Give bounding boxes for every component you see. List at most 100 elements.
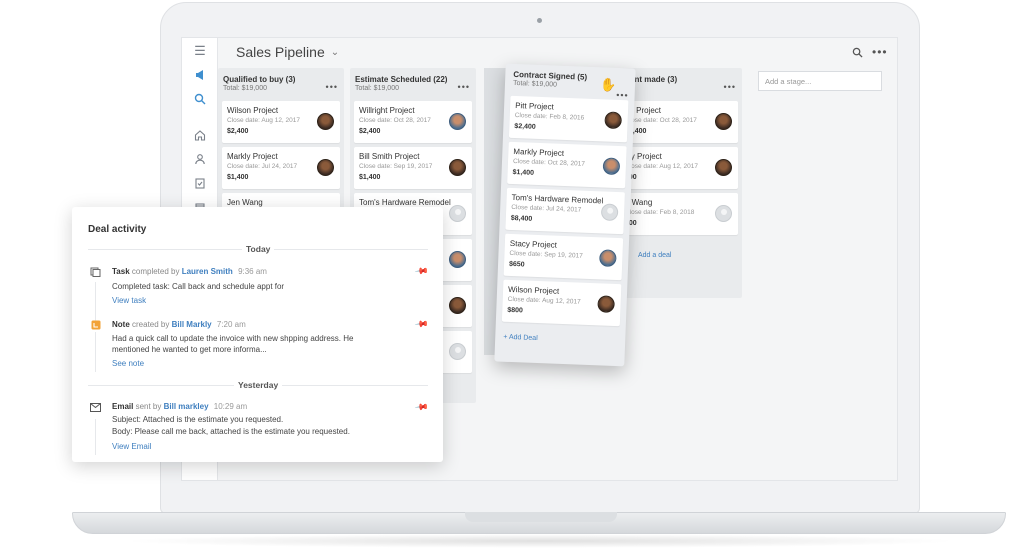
activity-user-link[interactable]: Bill markley (164, 402, 209, 411)
more-options-icon[interactable]: ••• (872, 45, 888, 59)
deal-amount: $2,400 (227, 128, 249, 135)
activity-type: Note (112, 320, 130, 329)
deal-close-date: Close date: Jul 24, 2017 (227, 163, 298, 170)
activity-header: Task completed by Lauren Smith 9:36 am (112, 267, 267, 276)
laptop-shadow (120, 534, 960, 548)
camera-dot (537, 18, 542, 23)
deal-title: Pitt Project (514, 101, 554, 112)
deal-close-date: Close date: Feb 8, 2018 (625, 209, 695, 216)
deal-amount: $650 (508, 260, 525, 269)
deal-card[interactable]: Bill Smith Project Close date: Sep 19, 2… (354, 147, 472, 189)
deal-title: Tom's Hardware Remodel (359, 198, 451, 207)
deal-card[interactable]: Stacy Project Close date: Sep 19, 2017 $… (503, 233, 624, 281)
pin-icon[interactable]: 📌 (414, 400, 429, 416)
avatar (715, 205, 732, 222)
deal-close-date: Close date: Sep 19, 2017 (509, 249, 583, 260)
avatar (317, 159, 334, 176)
avatar (317, 113, 334, 130)
view-task-link[interactable]: View task (112, 296, 146, 305)
stage-title: Estimate Scheduled (22) (355, 75, 448, 84)
activity-text: Had a quick call to update the invoice w… (112, 334, 354, 343)
stage-total: Total: $19,000 (512, 79, 558, 89)
home-icon[interactable] (191, 126, 209, 144)
avatar (449, 251, 466, 268)
stage-more-icon[interactable]: ••• (458, 82, 470, 92)
grab-hand-icon: ✋ (600, 77, 617, 92)
activity-time: 9:36 am (238, 267, 267, 276)
deal-close-date: Close date: Sep 19, 2017 (359, 163, 433, 170)
deal-close-date: Close date: Aug 12, 2017 (227, 117, 301, 124)
pin-icon[interactable]: 📌 (414, 264, 429, 280)
see-note-link[interactable]: See note (112, 359, 144, 368)
view-email-link[interactable]: View Email (112, 442, 151, 451)
dragged-stage-column[interactable]: Contract Signed (5) Total: $19,000 ••• P… (494, 63, 636, 367)
deal-card[interactable]: Wilson Project Close date: Aug 12, 2017 … (501, 279, 622, 327)
activity-user-link[interactable]: Bill Markly (172, 320, 212, 329)
deal-close-date: Close date: Aug 12, 2017 (625, 163, 699, 170)
deal-close-date: Close date: Aug 12, 2017 (507, 295, 581, 306)
deal-card[interactable]: Markly Project Close date: Oct 28, 2017 … (507, 141, 627, 189)
deal-amount: $1,400 (359, 174, 381, 181)
avatar (449, 343, 466, 360)
avatar (599, 249, 617, 267)
avatar (715, 159, 732, 176)
deal-card[interactable]: kly Project Close date: Aug 12, 2017 800 (620, 147, 738, 189)
stage-more-icon[interactable]: ••• (326, 82, 338, 92)
stage-total: Total: $19,000 (355, 85, 399, 92)
deal-card[interactable]: on Project Close date: Oct 28, 2017 $2,4… (620, 101, 738, 143)
deal-title: Jen Wang (227, 198, 263, 207)
activity-type: Email (112, 402, 134, 411)
stage-more-icon[interactable]: ••• (616, 90, 629, 100)
avatar (449, 159, 466, 176)
stage-total: Total: $19,000 (223, 85, 267, 92)
menu-icon[interactable]: ☰ (191, 42, 209, 60)
timeline-line (95, 282, 96, 322)
deal-card[interactable]: Markly Project Close date: Jul 24, 2017 … (222, 147, 340, 189)
avatar (604, 111, 622, 130)
email-icon (90, 402, 101, 412)
deal-amount: $1,400 (227, 174, 249, 181)
deal-amount: $2,400 (514, 122, 536, 131)
header-search-icon[interactable] (852, 47, 863, 61)
deal-card[interactable]: Willright Project Close date: Oct 28, 20… (354, 101, 472, 143)
add-stage-input[interactable]: Add a stage... (758, 71, 882, 91)
deal-amount: $8,400 (510, 214, 533, 223)
page-title[interactable]: Sales Pipeline ⌄ (236, 44, 339, 60)
avatar (449, 297, 466, 314)
day-label: Yesterday (234, 380, 283, 390)
laptop-base-notch (465, 512, 617, 522)
activity-user-link[interactable]: Lauren Smith (182, 267, 233, 276)
deal-title: Markly Project (227, 152, 278, 161)
activity-header: Email sent by Bill markley 10:29 am (112, 402, 247, 411)
avatar (602, 157, 621, 176)
search-icon[interactable] (191, 90, 209, 108)
contacts-icon[interactable] (191, 150, 209, 168)
deal-card[interactable]: Tom's Hardware Remodel Close date: Jul 2… (505, 187, 625, 235)
deal-title: Markly Project (513, 146, 565, 158)
deal-card[interactable]: Pitt Project Close date: Feb 8, 2016 $2,… (508, 95, 629, 143)
deal-card[interactable]: n Wang Close date: Feb 8, 2018 400 (620, 193, 738, 235)
deal-close-date: Close date: Feb 8, 2016 (514, 112, 585, 122)
timeline-line (95, 332, 96, 372)
stage-column: ent made (3) ••• on Project Close date: … (616, 68, 742, 298)
stage-more-icon[interactable]: ••• (724, 82, 736, 92)
deal-title: Willright Project (359, 106, 415, 115)
deal-title: Wilson Project (227, 106, 279, 115)
chevron-down-icon: ⌄ (330, 46, 340, 58)
megaphone-icon[interactable] (191, 66, 209, 84)
pin-icon[interactable]: 📌 (414, 317, 429, 333)
activity-verb: completed by (131, 267, 180, 276)
tasks-icon[interactable] (191, 174, 209, 192)
activity-time: 10:29 am (213, 402, 248, 411)
activity-type: Task (112, 267, 130, 276)
add-deal-link[interactable]: Add a deal (638, 252, 671, 259)
deal-card[interactable]: Wilson Project Close date: Aug 12, 2017 … (222, 101, 340, 143)
avatar (715, 113, 732, 130)
deal-activity-panel: Deal activity Today Task completed by La… (72, 207, 443, 462)
deal-amount: $1,400 (512, 168, 535, 177)
avatar (449, 113, 466, 130)
day-label: Today (242, 244, 275, 254)
add-deal-link[interactable]: + Add Deal (503, 334, 538, 342)
deal-close-date: Close date: Oct 28, 2017 (625, 117, 697, 124)
activity-verb: sent by (135, 402, 162, 411)
